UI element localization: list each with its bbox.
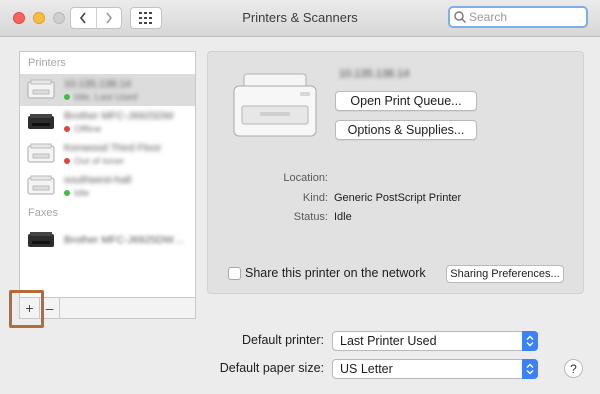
printer-row[interactable]: 10.135.138.14 Idle, Last Used — [20, 74, 195, 106]
default-printer-value: Last Printer Used — [340, 334, 437, 348]
printer-row[interactable]: Brother MFC-J6925DW Offline — [20, 106, 195, 138]
status-dot — [64, 190, 70, 196]
printer-name: 10.135.138.14 — [64, 77, 132, 90]
printer-detail-panel: 10.135.138.14 Open Print Queue... Option… — [207, 51, 584, 294]
share-printer-option[interactable]: Share this printer on the network — [228, 266, 426, 280]
default-printer-popup[interactable]: Last Printer Used — [332, 331, 538, 351]
navigation-buttons — [70, 7, 122, 29]
sharing-preferences-button[interactable]: Sharing Preferences... — [446, 265, 564, 283]
search-placeholder: Search — [469, 10, 508, 24]
printer-name: southwest-hall — [64, 173, 132, 186]
printer-list: Printers 10.135.138.14 Idle, Last Used B… — [19, 51, 196, 297]
back-button[interactable] — [71, 8, 96, 28]
chevron-left-icon — [80, 12, 87, 24]
printer-large-icon — [233, 73, 317, 137]
popup-arrows-icon — [522, 331, 538, 351]
printer-name: Brother MFC-J6925DW — [64, 109, 174, 122]
help-button[interactable]: ? — [564, 359, 583, 378]
faxes-section-header: Faxes — [28, 207, 58, 219]
fax-printer-icon — [28, 232, 54, 247]
printer-row[interactable]: southwest-hall Idle — [20, 170, 195, 202]
status-dot — [64, 126, 70, 132]
paper-size-popup[interactable]: US Letter — [332, 359, 538, 379]
chevron-right-icon — [106, 12, 113, 24]
minimize-button[interactable] — [33, 12, 45, 24]
default-printer-label: Default printer: — [242, 333, 324, 347]
remove-printer-button[interactable]: – — [40, 298, 60, 318]
popup-arrows-icon — [522, 359, 538, 379]
location-label: Location: — [283, 172, 328, 184]
inkjet-printer-icon — [28, 114, 54, 129]
printer-title: 10.135.138.14 — [339, 68, 410, 80]
options-supplies-button[interactable]: Options & Supplies... — [335, 120, 477, 140]
zoom-button[interactable] — [53, 12, 65, 24]
title-bar: Printers & Scanners Search — [0, 0, 600, 37]
printer-row[interactable]: Kenwood Third Floor Out of toner — [20, 138, 195, 170]
printer-status: Out of toner — [74, 155, 125, 167]
printer-name: Kenwood Third Floor — [64, 141, 162, 154]
close-button[interactable] — [13, 12, 25, 24]
open-print-queue-button[interactable]: Open Print Queue... — [335, 91, 477, 111]
add-printer-button[interactable]: + — [20, 298, 40, 318]
printer-status: Idle, Last Used — [74, 91, 138, 103]
status-label: Status: — [293, 211, 328, 223]
share-checkbox[interactable] — [228, 266, 241, 280]
forward-button[interactable] — [95, 8, 121, 28]
status-value: Idle — [334, 211, 352, 223]
grid-icon — [139, 12, 152, 24]
show-all-button[interactable] — [130, 7, 162, 29]
printer-status: Idle — [74, 187, 90, 199]
search-field[interactable]: Search — [448, 6, 588, 28]
laser-printer-icon — [27, 143, 55, 163]
fax-name: Brother MFC-J6925DW… — [64, 234, 185, 246]
kind-value: Generic PostScript Printer — [334, 192, 462, 204]
fax-row[interactable]: Brother MFC-J6925DW… — [20, 224, 195, 256]
laser-printer-icon — [27, 79, 55, 99]
status-dot — [64, 94, 70, 100]
status-dot — [64, 158, 70, 164]
list-toolbar: + – — [19, 297, 196, 319]
laser-printer-icon — [27, 175, 55, 195]
paper-size-value: US Letter — [340, 362, 393, 376]
window-title: Printers & Scanners — [242, 10, 358, 25]
printer-status: Offline — [74, 123, 102, 135]
printers-section-header: Printers — [28, 57, 66, 69]
paper-size-label: Default paper size: — [219, 361, 324, 375]
search-icon — [454, 11, 466, 23]
share-label: Share this printer on the network — [245, 266, 426, 280]
kind-label: Kind: — [302, 192, 328, 204]
